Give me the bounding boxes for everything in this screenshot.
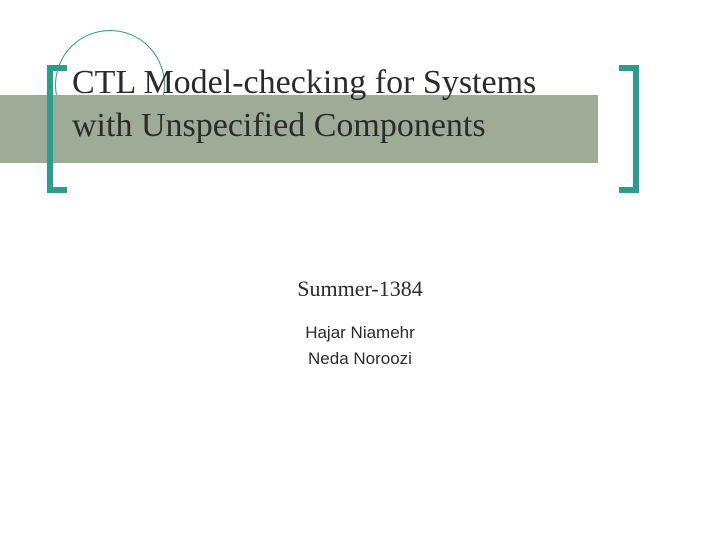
slide-subtitle: Summer-1384 [0,276,720,302]
author-name: Hajar Niamehr [0,320,720,346]
bracket-right-icon [619,65,639,193]
slide-title: CTL Model-checking for Systems with Unsp… [72,62,592,147]
authors-block: Hajar Niamehr Neda Noroozi [0,320,720,371]
author-name: Neda Noroozi [0,346,720,372]
bracket-left-icon [47,65,67,193]
